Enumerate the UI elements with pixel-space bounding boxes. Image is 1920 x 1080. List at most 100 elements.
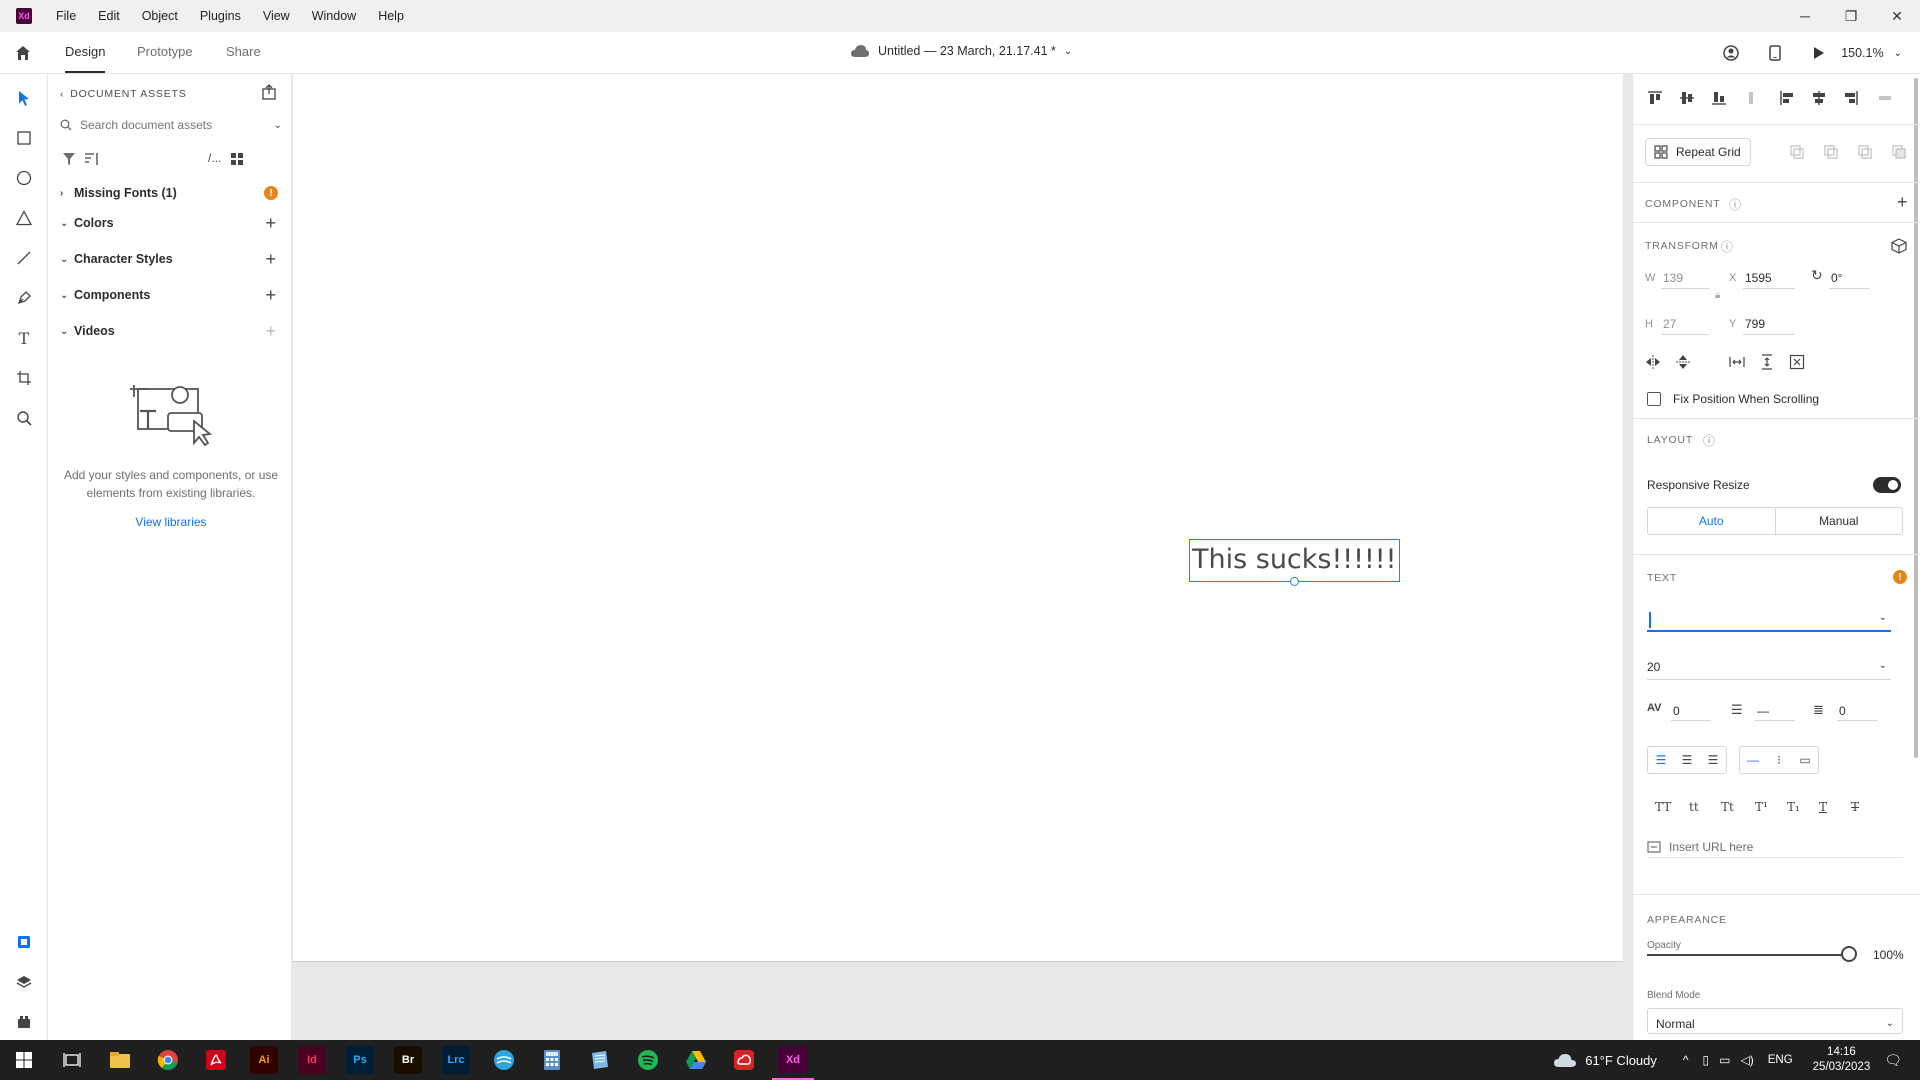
device-preview-icon[interactable] [1765,43,1785,63]
canvas-pasteboard[interactable]: This sucks!!!!!!!!! [292,74,1632,1040]
chrome-icon[interactable] [154,1046,182,1074]
menu-object[interactable]: Object [142,9,178,23]
auto-height-icon[interactable]: ⁝ [1766,747,1792,773]
text-align-left-icon[interactable]: ☰ [1648,747,1674,773]
flip-horizontal-icon[interactable] [1643,352,1663,372]
info-icon[interactable]: ⓘ [1721,238,1733,255]
grid-view-icon[interactable] [230,152,244,166]
text-resize-handle[interactable] [1290,577,1299,586]
titlecase-button[interactable]: Tt [1721,800,1734,814]
tab-prototype[interactable]: Prototype [137,44,193,59]
weather-widget[interactable]: 61°F Cloudy [1553,1052,1657,1068]
height-field[interactable]: 27 [1663,317,1676,331]
assets-panel-icon[interactable] [12,930,36,954]
align-right-icon[interactable] [1841,88,1861,108]
text-align-right-icon[interactable]: ☰ [1700,747,1726,773]
line-tool-icon[interactable] [12,246,36,270]
pen-tool-icon[interactable] [12,286,36,310]
3d-transform-icon[interactable] [1889,236,1909,256]
illustrator-icon[interactable]: Ai [250,1046,278,1074]
language-indicator[interactable]: ENG [1768,1054,1793,1066]
lock-aspect-icon[interactable]: 🔒︎ [1715,290,1720,301]
width-field[interactable]: 139 [1663,271,1683,285]
uppercase-button[interactable]: TT [1655,800,1671,814]
add-component-icon[interactable]: + [265,285,276,306]
artboard-tool-icon[interactable] [12,366,36,390]
clock[interactable]: 14:16 25/03/2023 [1813,1045,1871,1075]
menu-file[interactable]: File [56,9,76,23]
google-drive-icon[interactable] [682,1046,710,1074]
rotation-field[interactable]: 0° [1831,271,1842,285]
zoom-chevron-icon[interactable]: ⌄ [1894,48,1902,59]
selected-text-layer[interactable]: This sucks!!!!!!!!! [1189,539,1400,582]
select-tool-icon[interactable] [12,86,36,110]
layout-auto-button[interactable]: Auto [1648,508,1776,534]
align-middle-icon[interactable] [1677,88,1697,108]
menu-plugins[interactable]: Plugins [200,9,241,23]
ellipse-tool-icon[interactable] [12,166,36,190]
windows-start-icon[interactable] [10,1046,38,1074]
section-components[interactable]: ⌄ Components + [60,284,282,306]
fit-height-icon[interactable] [1757,352,1777,372]
y-field[interactable]: 799 [1745,317,1765,331]
opacity-slider-track[interactable] [1647,954,1853,956]
align-top-icon[interactable] [1645,88,1665,108]
character-spacing-field[interactable]: 0 [1673,704,1680,718]
share-export-icon[interactable] [261,84,277,103]
close-icon[interactable]: ✕ [1874,0,1920,32]
filter-icon[interactable] [62,152,76,166]
strikethrough-button[interactable]: T [1851,800,1859,814]
underline-button[interactable]: T [1819,800,1827,814]
line-spacing-field[interactable]: — [1757,704,1769,718]
lightroom-classic-icon[interactable]: Lrc [442,1046,470,1074]
layout-manual-button[interactable]: Manual [1776,508,1903,534]
paragraph-spacing-field[interactable]: 0 [1839,704,1846,718]
user-icon[interactable] [1721,43,1741,63]
fit-width-icon[interactable] [1727,352,1747,372]
add-character-style-icon[interactable]: + [265,249,276,270]
search-input[interactable] [80,118,266,132]
document-title[interactable]: Untitled — 23 March, 21.17.41 * ⌄ [850,44,1072,58]
flip-vertical-icon[interactable] [1673,352,1693,372]
info-icon[interactable]: ⓘ [1703,432,1715,449]
section-videos[interactable]: ⌄ Videos + [60,320,282,342]
zoom-tool-icon[interactable] [12,406,36,430]
repeat-grid-button[interactable]: Repeat Grid [1645,138,1751,166]
align-left-icon[interactable] [1777,88,1797,108]
creative-cloud-icon[interactable] [730,1046,758,1074]
section-character-styles[interactable]: ⌄ Character Styles + [60,248,282,270]
chevron-down-icon[interactable]: ⌄ [1879,612,1887,623]
minimize-icon[interactable]: ─ [1782,0,1828,32]
task-view-icon[interactable] [58,1046,86,1074]
back-chevron-icon[interactable]: ‹ [60,88,64,100]
tab-share[interactable]: Share [226,44,261,59]
network-icon[interactable]: ▭ [1719,1053,1730,1067]
missing-font-warning-icon[interactable]: ! [1893,570,1907,584]
font-size-field[interactable]: 20 ⌄ [1647,654,1891,680]
align-bottom-icon[interactable] [1709,88,1729,108]
chevron-down-icon[interactable]: ⌄ [1879,660,1887,671]
menu-edit[interactable]: Edit [98,9,120,23]
auto-width-icon[interactable]: — [1740,747,1766,773]
play-icon[interactable] [1809,43,1829,63]
assets-header[interactable]: ‹ DOCUMENT ASSETS [60,88,187,100]
file-explorer-icon[interactable] [106,1046,134,1074]
volume-icon[interactable]: ◁) [1741,1053,1754,1067]
notifications-icon[interactable]: 🗨︎ [1884,1052,1902,1069]
responsive-resize-toggle[interactable] [1873,477,1901,493]
home-icon[interactable] [12,42,34,64]
battery-icon[interactable]: ▯ [1703,1053,1710,1067]
sort-icon[interactable] [84,152,100,166]
bridge-icon[interactable]: Br [394,1046,422,1074]
text-align-center-icon[interactable]: ☰ [1674,747,1700,773]
fix-position-checkbox[interactable] [1647,392,1661,406]
plugins-icon[interactable] [12,1010,36,1034]
section-colors[interactable]: ⌄ Colors + [60,212,282,234]
text-tool-icon[interactable]: T [12,326,36,350]
menu-view[interactable]: View [263,9,290,23]
superscript-button[interactable]: T¹ [1755,800,1768,814]
info-icon[interactable]: ⓘ [1729,196,1741,213]
polygon-tool-icon[interactable] [12,206,36,230]
search-dropdown-icon[interactable]: ⌄ [274,120,282,131]
tab-design[interactable]: Design [65,44,105,59]
